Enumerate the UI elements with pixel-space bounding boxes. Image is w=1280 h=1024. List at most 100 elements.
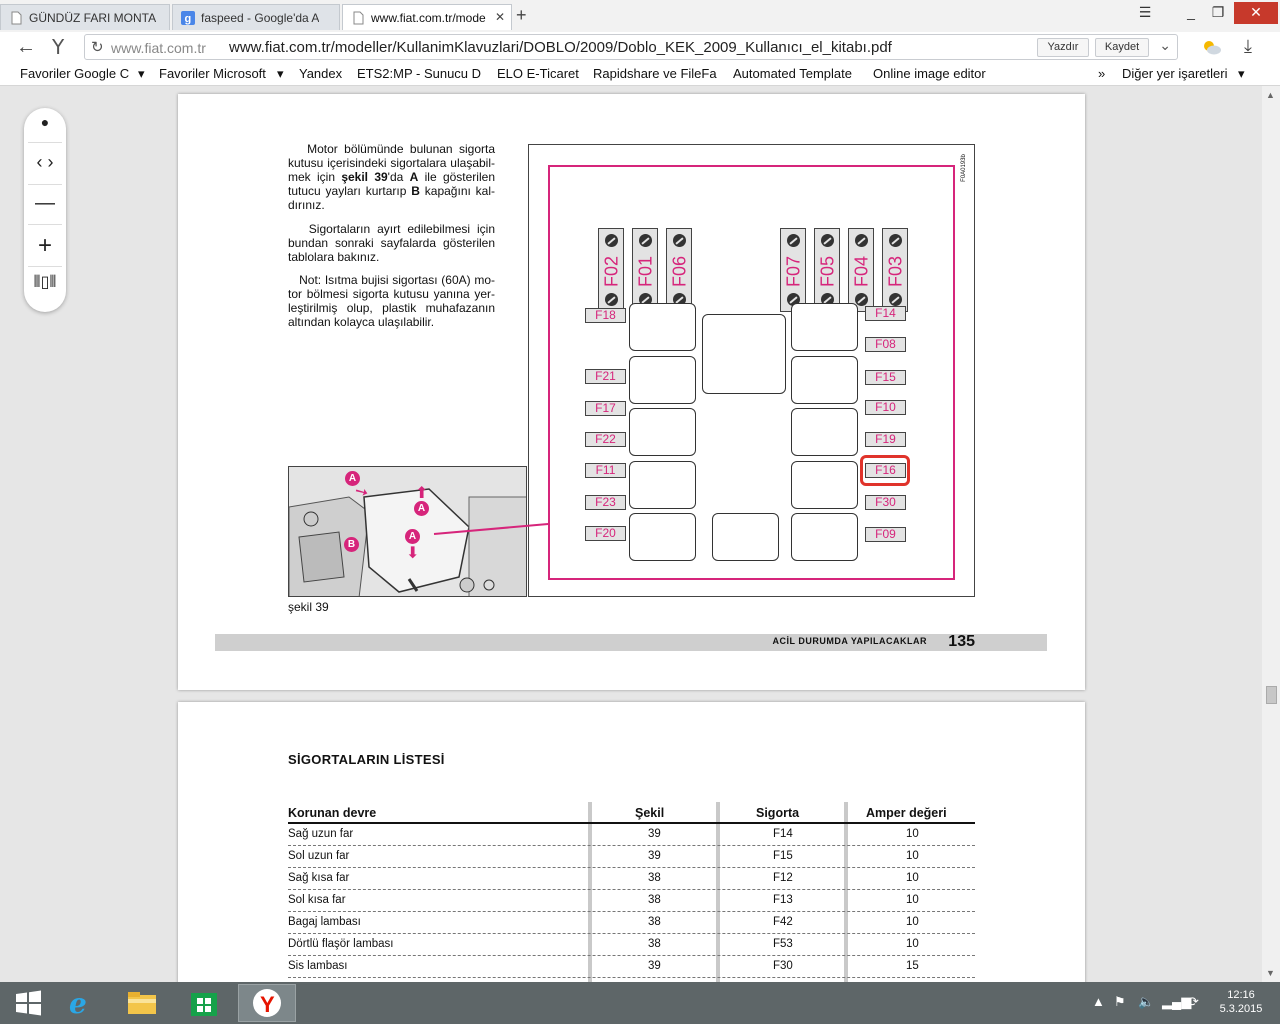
- chevron-down-icon[interactable]: ⌄: [1159, 37, 1171, 54]
- google-icon: g: [181, 10, 195, 25]
- url-text[interactable]: www.fiat.com.tr/modeller/KullanimKlavuzl…: [229, 39, 892, 56]
- bookmark-favoriler-google[interactable]: Favoriler Google C: [20, 66, 138, 81]
- scroll-up-icon[interactable]: ▲: [1266, 90, 1275, 100]
- bookmark-rapidshare[interactable]: Rapidshare ve FileFa: [593, 66, 719, 81]
- bookmark-favoriler-microsoft[interactable]: Favoriler Microsoft: [159, 66, 277, 81]
- page-number: 135: [948, 633, 975, 650]
- fuse-right: F10: [865, 400, 906, 415]
- cell-figure: 38: [648, 894, 661, 906]
- network-signal-icon[interactable]: ▂▄▆: [1162, 994, 1191, 1010]
- fuse-box-outline: F02 F01 F06 F07 F05 F04 F03 F18 F21 F17 …: [548, 165, 955, 580]
- address-bar[interactable]: ↻ www.fiat.com.tr www.fiat.com.tr/modell…: [84, 34, 1178, 60]
- chapter-title: ACİL DURUMDA YAPILACAKLAR: [772, 636, 927, 646]
- fit-page-icon[interactable]: ⦀▯⦀: [24, 272, 66, 292]
- fuse-top: F02: [598, 228, 624, 312]
- refresh-icon[interactable]: ↻: [91, 38, 104, 56]
- cell-fuse: F12: [773, 872, 793, 884]
- download-icon[interactable]: ⤓: [1244, 36, 1252, 57]
- cell-figure: 38: [648, 938, 661, 950]
- bookmark-online-image-editor[interactable]: Online image editor: [873, 66, 986, 81]
- cell-figure: 38: [648, 872, 661, 884]
- save-button[interactable]: Kaydet: [1095, 38, 1149, 57]
- bookmark-yandex[interactable]: Yandex: [299, 66, 342, 81]
- sync-icon[interactable]: ⟳: [1188, 994, 1199, 1010]
- restore-icon[interactable]: ❐: [1204, 2, 1232, 24]
- weather-icon[interactable]: [1200, 37, 1222, 57]
- table-row: Sol uzun far 39 F15 10: [288, 846, 975, 868]
- relay-block: [629, 513, 696, 561]
- bookmarks-overflow-icon[interactable]: »: [1098, 66, 1105, 81]
- fuse-left: F18: [585, 308, 626, 323]
- cell-amp: 15: [906, 960, 919, 972]
- url-domain: www.fiat.com.tr: [111, 40, 206, 56]
- dropdown-icon[interactable]: ▾: [277, 66, 284, 82]
- tray-up-arrow-icon[interactable]: ▲: [1092, 994, 1105, 1009]
- svg-text:Y: Y: [260, 992, 275, 1017]
- column-header: Şekil: [635, 806, 665, 820]
- windows-start-icon[interactable]: [8, 986, 48, 1020]
- internet-explorer-icon[interactable]: e: [60, 986, 100, 1020]
- arrow-down-icon: ⬇: [406, 545, 420, 562]
- bookmark-elo-eticaret[interactable]: ELO E-Ticaret: [497, 66, 579, 81]
- f16-highlight: [860, 455, 910, 486]
- svg-text:e: e: [69, 987, 87, 1020]
- back-arrow-icon[interactable]: ←: [16, 36, 36, 59]
- relay-block: [791, 513, 858, 561]
- yandex-logo-icon[interactable]: Y: [52, 35, 64, 59]
- bookmark-automated-template[interactable]: Automated Template: [733, 66, 859, 81]
- scrollbar-thumb[interactable]: [1266, 686, 1277, 704]
- cell-amp: 10: [906, 938, 919, 950]
- menu-icon[interactable]: ☰: [1130, 2, 1160, 24]
- tab-title: GÜNDÜZ FARI MONTA: [29, 10, 157, 25]
- dropdown-icon[interactable]: ▾: [1238, 66, 1245, 82]
- cell-fuse: F13: [773, 894, 793, 906]
- arrow-up-icon: ⬆: [415, 485, 429, 502]
- taskbar-yandex-active[interactable]: Y: [238, 984, 296, 1022]
- dropdown-icon[interactable]: ▾: [138, 66, 145, 82]
- tab-gunduz-fari[interactable]: GÜNDÜZ FARI MONTA: [0, 4, 170, 30]
- scroll-down-icon[interactable]: ▼: [1266, 968, 1275, 978]
- zoom-in-icon[interactable]: +: [24, 232, 66, 260]
- relay-block: [712, 513, 779, 561]
- dot-icon[interactable]: ●: [24, 114, 66, 130]
- flag-icon[interactable]: ⚑: [1114, 994, 1126, 1010]
- page-icon: [353, 11, 364, 24]
- close-icon[interactable]: ✕: [495, 10, 505, 24]
- bookmark-other-folder[interactable]: Diğer yer işaretleri: [1122, 66, 1227, 81]
- page-nav-arrows-icon[interactable]: ‹ ›: [24, 152, 66, 173]
- cell-circuit: Sol uzun far: [288, 850, 350, 862]
- tab-fiat-pdf[interactable]: www.fiat.com.tr/mode ✕: [342, 4, 512, 30]
- table-row: Sağ kısa far 38 F12 10: [288, 868, 975, 890]
- tab-google-search[interactable]: g faspeed - Google'da A: [172, 4, 340, 30]
- fuse-right: F09: [865, 527, 906, 542]
- store-icon[interactable]: [184, 986, 224, 1020]
- tab-title: faspeed - Google'da A: [201, 10, 320, 25]
- cell-figure: 38: [648, 916, 661, 928]
- cell-fuse: F53: [773, 938, 793, 950]
- minimize-icon[interactable]: _: [1176, 2, 1206, 24]
- svg-text:g: g: [185, 13, 192, 25]
- cell-amp: 10: [906, 894, 919, 906]
- relay-block: [791, 461, 858, 509]
- relay-block: [791, 356, 858, 404]
- new-tab-icon[interactable]: +: [516, 5, 527, 26]
- cell-fuse: F30: [773, 960, 793, 972]
- column-header: Korunan devre: [288, 806, 377, 820]
- cell-amp: 10: [906, 850, 919, 862]
- fuse-list-title: SİGORTALARIN LİSTESİ: [288, 752, 445, 767]
- print-button[interactable]: Yazdır: [1037, 38, 1089, 57]
- cell-figure: 39: [648, 960, 661, 972]
- fuse-top: F01: [632, 228, 658, 312]
- bookmark-ets2mp[interactable]: ETS2:MP - Sunucu D: [357, 66, 483, 81]
- vertical-scrollbar[interactable]: ▲ ▼: [1262, 86, 1280, 982]
- file-explorer-icon[interactable]: [122, 986, 162, 1020]
- paragraph-instructions: Motor bölümünde bulunan sigorta kutusu i…: [288, 142, 496, 212]
- window-close-icon[interactable]: ✕: [1234, 2, 1278, 24]
- table-row: Sis lambası 39 F30 15: [288, 956, 975, 978]
- zoom-out-icon[interactable]: —: [24, 192, 66, 215]
- pdf-viewer: ● ‹ › — + ⦀▯⦀ Motor bölümünde bulunan si…: [0, 86, 1262, 982]
- volume-icon[interactable]: 🔈: [1138, 994, 1154, 1010]
- system-clock[interactable]: 12:16 5.3.2015: [1216, 988, 1266, 1016]
- tab-title: www.fiat.com.tr/mode: [371, 10, 486, 25]
- fuse-top: F03: [882, 228, 908, 312]
